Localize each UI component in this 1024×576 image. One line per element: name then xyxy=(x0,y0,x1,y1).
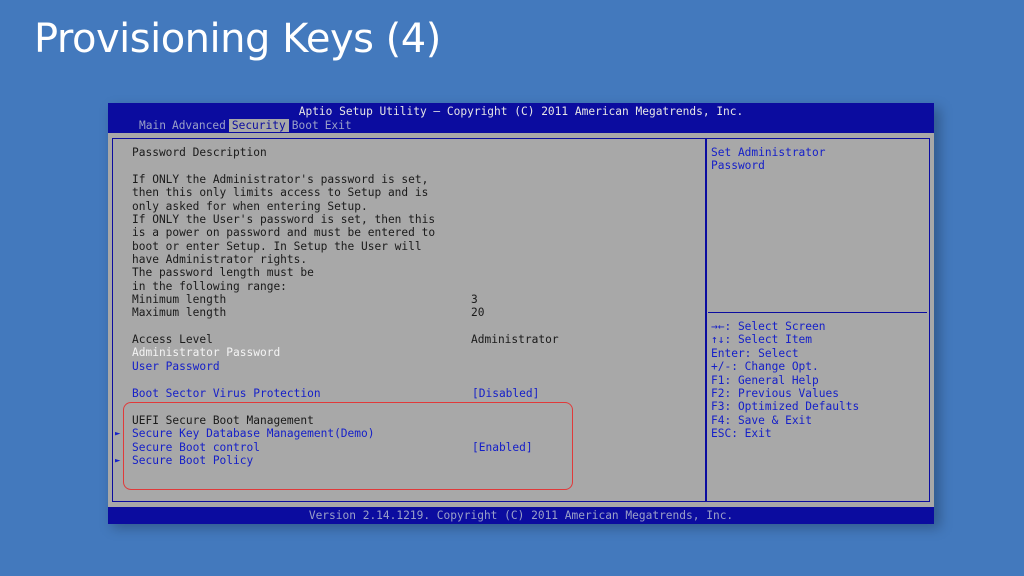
min-length-label: Minimum length xyxy=(132,293,227,306)
highlight-box xyxy=(123,402,573,490)
panel-divider xyxy=(705,138,707,502)
user-password-item[interactable]: User Password xyxy=(132,360,220,373)
boot-sector-virus-protection-item[interactable]: Boot Sector Virus Protection xyxy=(132,387,321,400)
max-length-value: 20 xyxy=(471,306,485,319)
description-line: have Administrator rights. xyxy=(132,253,308,266)
key-help-select-screen: →←: Select Screen xyxy=(711,320,826,333)
bios-title: Aptio Setup Utility – Copyright (C) 2011… xyxy=(298,105,744,118)
description-line: is a power on password and must be enter… xyxy=(132,226,436,239)
slide-title: Provisioning Keys (4) xyxy=(34,16,441,62)
key-help-exit: ESC: Exit xyxy=(711,427,772,440)
description-line: in the following range: xyxy=(132,280,287,293)
menu-boot[interactable]: Boot xyxy=(289,119,322,132)
description-line: only asked for when entering Setup. xyxy=(132,200,368,213)
key-help-enter: Enter: Select xyxy=(711,347,799,360)
password-description-heading: Password Description xyxy=(132,146,267,159)
menu-exit[interactable]: Exit xyxy=(322,119,355,132)
key-help-select-item: ↑↓: Select Item xyxy=(711,333,813,346)
key-help-save-exit: F4: Save & Exit xyxy=(711,414,813,427)
key-help-change-opt: +/-: Change Opt. xyxy=(711,360,819,373)
access-level-value: Administrator xyxy=(471,333,559,346)
key-help-previous-values: F2: Previous Values xyxy=(711,387,839,400)
min-length-value: 3 xyxy=(471,293,478,306)
key-help-optimized-defaults: F3: Optimized Defaults xyxy=(711,400,860,413)
bios-screen: Aptio Setup Utility – Copyright (C) 2011… xyxy=(108,103,934,524)
administrator-password-item[interactable]: Administrator Password xyxy=(132,346,280,359)
menu-security[interactable]: Security xyxy=(228,119,289,133)
bios-header: Aptio Setup Utility – Copyright (C) 2011… xyxy=(108,103,934,133)
description-line: If ONLY the User's password is set, then… xyxy=(132,213,436,226)
item-help-text: Password xyxy=(711,159,765,172)
description-line: then this only limits access to Setup an… xyxy=(132,186,429,199)
description-line: boot or enter Setup. In Setup the User w… xyxy=(132,240,422,253)
description-line: If ONLY the Administrator's password is … xyxy=(132,173,429,186)
access-level-label: Access Level xyxy=(132,333,213,346)
submenu-arrow-icon: ► xyxy=(115,456,121,466)
key-help-general-help: F1: General Help xyxy=(711,374,819,387)
submenu-arrow-icon: ► xyxy=(115,429,121,439)
description-line: The password length must be xyxy=(132,266,314,279)
help-divider xyxy=(708,312,927,313)
bios-footer: Version 2.14.1219. Copyright (C) 2011 Am… xyxy=(108,507,934,524)
boot-sector-virus-protection-value[interactable]: [Disabled] xyxy=(472,387,539,400)
bios-menu: Main Advanced Security Boot Exit xyxy=(136,119,355,133)
menu-advanced[interactable]: Advanced xyxy=(169,119,229,132)
item-help-text: Set Administrator xyxy=(711,146,826,159)
max-length-label: Maximum length xyxy=(132,306,227,319)
menu-main[interactable]: Main xyxy=(136,119,169,132)
